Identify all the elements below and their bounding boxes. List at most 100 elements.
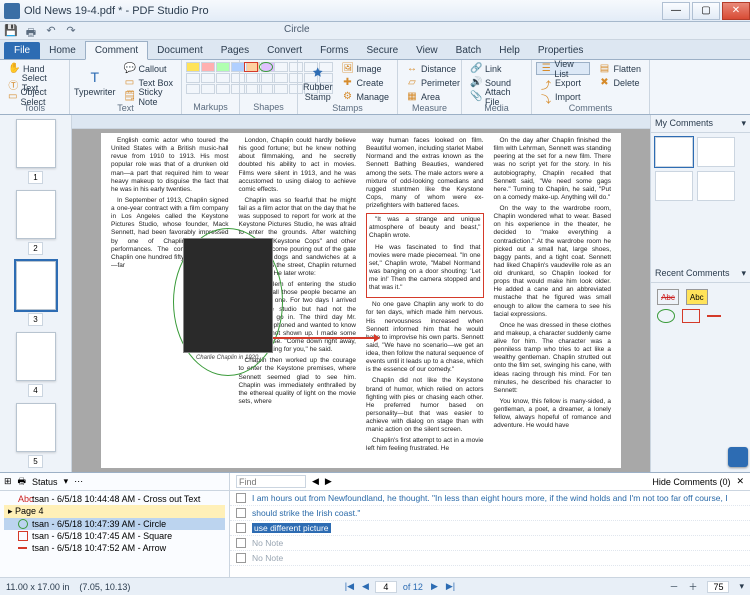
qa-print-icon[interactable]: 🖶 <box>24 24 38 38</box>
arrow-annotation[interactable] <box>269 337 379 339</box>
callout-button[interactable]: 💬Callout <box>120 62 177 75</box>
note-checkbox[interactable] <box>236 553 246 563</box>
find-input[interactable] <box>236 475 306 488</box>
sticky-note-button[interactable]: 🗒Sticky Note <box>120 90 177 103</box>
panel-close-icon[interactable]: ✕ <box>736 476 744 487</box>
page-thumbnails-pane: 1 2 3 4 5 <box>0 115 72 472</box>
tab-file[interactable]: File <box>4 42 40 59</box>
figure-chaplin: Charlie Chaplin in 1920. <box>183 238 273 363</box>
maximize-button[interactable]: ▢ <box>692 2 720 20</box>
recent-circle[interactable] <box>657 309 675 323</box>
tab-view[interactable]: View <box>407 42 447 59</box>
find-next-icon[interactable]: ▶ <box>325 476 332 487</box>
document-toolbar <box>72 115 650 129</box>
area-button[interactable]: ▦Area <box>402 90 464 103</box>
pane-close-icon[interactable]: ▾ <box>741 118 746 129</box>
window-title: Old News 19-4.pdf * - PDF Studio Pro <box>24 5 660 17</box>
page-thumb-3[interactable] <box>16 261 56 310</box>
zoom-out-icon[interactable]: － <box>669 580 678 593</box>
minimize-button[interactable]: — <box>662 2 690 20</box>
recent-highlight[interactable]: Abc <box>686 289 708 305</box>
group-stamps-label: Stamps <box>302 103 393 113</box>
tab-secure[interactable]: Secure <box>357 42 407 59</box>
next-page-icon[interactable]: ▶ <box>429 581 440 592</box>
article-text: way human faces looked on film. Beautifu… <box>366 137 484 210</box>
page-thumb-5[interactable] <box>16 403 56 452</box>
note-checkbox[interactable] <box>236 508 246 518</box>
tab-comment[interactable]: Comment <box>85 41 148 60</box>
qa-redo-icon[interactable]: ↷ <box>64 24 78 38</box>
recent-crossout[interactable]: Abc <box>657 289 679 305</box>
prev-page-icon[interactable]: ◀ <box>360 581 371 592</box>
first-page-icon[interactable]: |◀ <box>343 581 356 592</box>
zoom-in-icon[interactable]: ＋ <box>688 580 697 593</box>
group-markups-label: Markups <box>186 102 235 112</box>
comment-thumb[interactable] <box>697 171 735 201</box>
zoom-input[interactable] <box>707 581 729 593</box>
note-checkbox[interactable] <box>236 523 246 533</box>
tree-row[interactable]: tsan - 6/5/18 10:47:52 AM - Arrow <box>32 543 166 553</box>
article-text: No one gave Chaplin any work to do for t… <box>366 301 484 374</box>
zoom-dropdown-icon[interactable]: ▾ <box>739 581 744 592</box>
print-comments-icon[interactable]: 🖶 <box>18 474 27 490</box>
export-button[interactable]: ⤴Export <box>536 76 590 89</box>
object-select-tool[interactable]: ▭Object Select <box>4 90 65 103</box>
page-thumb-1[interactable] <box>16 119 56 168</box>
tab-forms[interactable]: Forms <box>311 42 357 59</box>
image-stamp-button[interactable]: 🖼Image <box>337 62 393 75</box>
group-shapes-label: Shapes <box>244 102 293 112</box>
comments-tree[interactable]: Abctsan - 6/5/18 10:44:48 AM - Cross out… <box>0 491 229 577</box>
tree-page-row[interactable]: ▸ Page 4 <box>4 505 225 518</box>
tree-row[interactable]: tsan - 6/5/18 10:47:39 AM - Circle <box>32 519 166 529</box>
note-checkbox[interactable] <box>236 493 246 503</box>
article-text: London, Chaplin could hardly believe his… <box>239 137 357 194</box>
close-button[interactable]: ✕ <box>722 2 750 20</box>
square-annotation[interactable]: "It was a strange and unique atmosphere … <box>366 213 484 298</box>
tab-pages[interactable]: Pages <box>212 42 258 59</box>
manage-stamp-button[interactable]: ⚙Manage <box>337 90 393 103</box>
view-list-button[interactable]: ☰View List <box>536 62 590 75</box>
link-button[interactable]: 🔗Link <box>466 62 527 75</box>
flatten-button[interactable]: ▤Flatten <box>594 62 645 75</box>
options-icon[interactable]: ⋯ <box>74 476 83 487</box>
shape-dropdown[interactable]: Circle <box>284 24 298 38</box>
tree-row[interactable]: tsan - 6/5/18 10:44:48 AM - Cross out Te… <box>32 494 200 504</box>
recent-arrow[interactable] <box>707 309 725 323</box>
app-badge-icon[interactable] <box>728 447 748 467</box>
last-page-icon[interactable]: ▶| <box>444 581 457 592</box>
attach-file-button[interactable]: 📎Attach File <box>466 90 527 103</box>
typewriter-button[interactable]: TTypewriter <box>74 62 116 102</box>
create-stamp-button[interactable]: ✚Create <box>337 76 393 89</box>
tab-document[interactable]: Document <box>148 42 212 59</box>
import-button[interactable]: ⤵Import <box>536 90 590 103</box>
article-text: Once he was dressed in these clothes and… <box>494 322 612 395</box>
cursor-coords: (7.05, 10.13) <box>79 582 130 592</box>
comment-thumb[interactable] <box>655 171 693 201</box>
tab-batch[interactable]: Batch <box>447 42 491 59</box>
tab-convert[interactable]: Convert <box>258 42 311 59</box>
page-thumb-4[interactable] <box>16 332 56 381</box>
page-input[interactable] <box>375 581 397 593</box>
tab-help[interactable]: Help <box>490 42 529 59</box>
qa-save-icon[interactable]: 💾 <box>4 24 18 38</box>
qa-undo-icon[interactable]: ↶ <box>44 24 58 38</box>
tab-home[interactable]: Home <box>40 42 85 59</box>
recent-square[interactable] <box>682 309 700 323</box>
tree-row[interactable]: tsan - 6/5/18 10:47:45 AM - Square <box>32 531 172 541</box>
comment-thumb[interactable] <box>697 137 735 167</box>
group-media-label: Media <box>466 103 527 113</box>
note-checkbox[interactable] <box>236 538 246 548</box>
page-thumb-2[interactable] <box>16 190 56 239</box>
perimeter-button[interactable]: ▱Perimeter <box>402 76 464 89</box>
status-dropdown[interactable]: Status <box>32 477 58 487</box>
comment-thumb[interactable] <box>655 137 693 167</box>
pane-close-icon[interactable]: ▾ <box>741 268 746 279</box>
distance-button[interactable]: ↔Distance <box>402 62 464 75</box>
delete-button[interactable]: ✖Delete <box>594 76 645 89</box>
rubber-stamp-button[interactable]: 🟊Rubber Stamp <box>302 62 333 102</box>
find-prev-icon[interactable]: ◀ <box>312 476 319 487</box>
expand-all-icon[interactable]: ⊞ <box>4 476 12 487</box>
hide-comments-button[interactable]: Hide Comments (0) <box>652 477 730 487</box>
tab-properties[interactable]: Properties <box>529 42 593 59</box>
document-viewport[interactable]: Charlie Chaplin in 1920. English comic a… <box>72 129 650 472</box>
